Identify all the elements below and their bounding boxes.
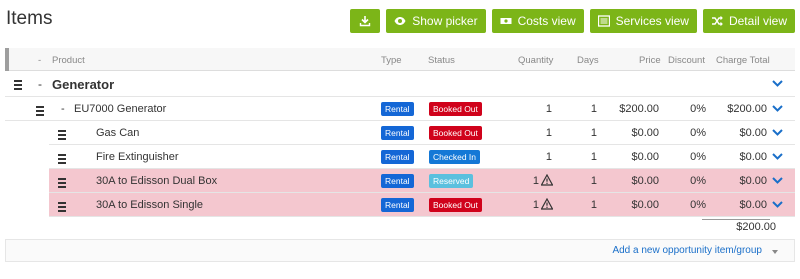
quantity-value[interactable]: 1 (515, 151, 552, 163)
costs-view-label: Costs view (517, 14, 576, 28)
discount-value[interactable]: 0% (670, 199, 706, 211)
costs-view-button[interactable]: Costs view (491, 9, 584, 33)
product-name[interactable]: Gas Can (96, 127, 139, 139)
warning-icon (541, 198, 553, 210)
table-row[interactable]: Gas Can Rental Booked Out 1 1 $0.00 0% $… (49, 121, 795, 145)
column-discount[interactable]: Discount (668, 55, 705, 66)
drag-handle-icon[interactable] (36, 106, 44, 118)
column-status[interactable]: Status (428, 55, 455, 66)
table-row[interactable]: - EU7000 Generator Rental Booked Out 1 1… (5, 97, 795, 121)
grid-footer: Add a new opportunity item/group (5, 239, 795, 262)
show-picker-label: Show picker (412, 14, 478, 28)
type-badge: Rental (381, 198, 414, 212)
discount-value[interactable]: 0% (670, 175, 706, 187)
group-collapse-toggle[interactable]: - (38, 77, 42, 91)
show-picker-button[interactable]: Show picker (386, 9, 486, 33)
drag-handle-icon[interactable] (58, 202, 66, 214)
drag-handle-icon[interactable] (58, 178, 66, 190)
status-badge[interactable]: Booked Out (429, 126, 482, 140)
type-badge: Rental (381, 126, 414, 140)
table-row[interactable]: Fire Extinguisher Rental Checked In 1 1 … (49, 145, 795, 169)
chevron-down-icon[interactable] (772, 128, 783, 137)
discount-value[interactable]: 0% (670, 127, 706, 139)
shuffle-icon (711, 16, 723, 26)
discount-value[interactable]: 0% (670, 103, 706, 115)
days-value[interactable]: 1 (565, 151, 597, 163)
price-value[interactable]: $0.00 (599, 127, 659, 139)
download-icon (360, 16, 371, 27)
charge-total-value: $0.00 (739, 199, 767, 211)
discount-value[interactable]: 0% (670, 151, 706, 163)
chevron-down-icon[interactable] (772, 79, 783, 88)
charge-total-value: $0.00 (739, 151, 767, 163)
quantity-value[interactable]: 1 (515, 199, 539, 211)
charge-total-value: $0.00 (739, 127, 767, 139)
product-name[interactable]: Fire Extinguisher (96, 151, 179, 163)
chevron-down-icon[interactable] (772, 152, 783, 161)
chevron-down-icon[interactable] (772, 176, 783, 185)
product-name[interactable]: 30A to Edisson Single (96, 199, 203, 211)
drag-handle-icon[interactable] (58, 130, 66, 142)
money-icon (500, 18, 512, 24)
services-view-button[interactable]: Services view (589, 9, 697, 33)
caret-down-icon[interactable] (772, 250, 778, 254)
price-value[interactable]: $0.00 (599, 151, 659, 163)
status-badge[interactable]: Booked Out (429, 102, 482, 116)
page-title: Items (6, 8, 53, 29)
group-name: Generator (52, 77, 115, 92)
drag-handle-icon[interactable] (14, 80, 22, 92)
status-badge[interactable]: Checked In (429, 150, 480, 164)
item-collapse-toggle[interactable]: - (61, 103, 65, 115)
column-quantity[interactable]: Quantity (518, 55, 553, 66)
status-badge[interactable]: Reserved (429, 174, 474, 188)
table-row[interactable]: 30A to Edisson Dual Box Rental Reserved … (49, 169, 795, 193)
total-divider (702, 219, 770, 220)
days-value[interactable]: 1 (565, 103, 597, 115)
price-value[interactable]: $0.00 (599, 175, 659, 187)
charge-total-value: $0.00 (739, 175, 767, 187)
header-drag-bar (5, 48, 9, 71)
type-badge: Rental (381, 174, 414, 188)
column-type[interactable]: Type (381, 55, 402, 66)
grid-header: - Product Type Status Quantity Days Pric… (5, 48, 795, 71)
column-days[interactable]: Days (577, 55, 599, 66)
chevron-down-icon[interactable] (772, 104, 783, 113)
product-name[interactable]: EU7000 Generator (74, 103, 166, 115)
detail-view-label: Detail view (728, 14, 787, 28)
status-badge[interactable]: Booked Out (429, 198, 482, 212)
list-icon (597, 15, 610, 27)
charge-total-value: $200.00 (727, 103, 767, 115)
days-value[interactable]: 1 (565, 199, 597, 211)
days-value[interactable]: 1 (565, 175, 597, 187)
detail-view-button[interactable]: Detail view (702, 9, 795, 33)
services-view-label: Services view (615, 14, 689, 28)
product-name[interactable]: 30A to Edisson Dual Box (96, 175, 217, 187)
add-item-group-link[interactable]: Add a new opportunity item/group (612, 245, 762, 256)
grand-total: $200.00 (736, 221, 776, 233)
download-button[interactable] (350, 9, 381, 33)
eye-icon (394, 17, 406, 25)
toolbar: Show picker Costs view Services view Det… (350, 9, 795, 33)
chevron-down-icon[interactable] (772, 200, 783, 209)
column-charge-total[interactable]: Charge Total (716, 55, 770, 66)
quantity-value[interactable]: 1 (515, 175, 539, 187)
quantity-value[interactable]: 1 (515, 103, 552, 115)
group-row[interactable]: - Generator (5, 71, 795, 97)
days-value[interactable]: 1 (565, 127, 597, 139)
column-price[interactable]: Price (639, 55, 661, 66)
price-value[interactable]: $0.00 (599, 199, 659, 211)
warning-icon (541, 174, 553, 186)
type-badge: Rental (381, 150, 414, 164)
price-value[interactable]: $200.00 (599, 103, 659, 115)
column-product[interactable]: Product (52, 55, 85, 66)
drag-handle-icon[interactable] (58, 154, 66, 166)
table-row[interactable]: 30A to Edisson Single Rental Booked Out … (49, 193, 795, 217)
type-badge: Rental (381, 102, 414, 116)
items-grid: - Product Type Status Quantity Days Pric… (5, 48, 795, 217)
collapse-all-toggle[interactable]: - (38, 55, 41, 66)
quantity-value[interactable]: 1 (515, 127, 552, 139)
